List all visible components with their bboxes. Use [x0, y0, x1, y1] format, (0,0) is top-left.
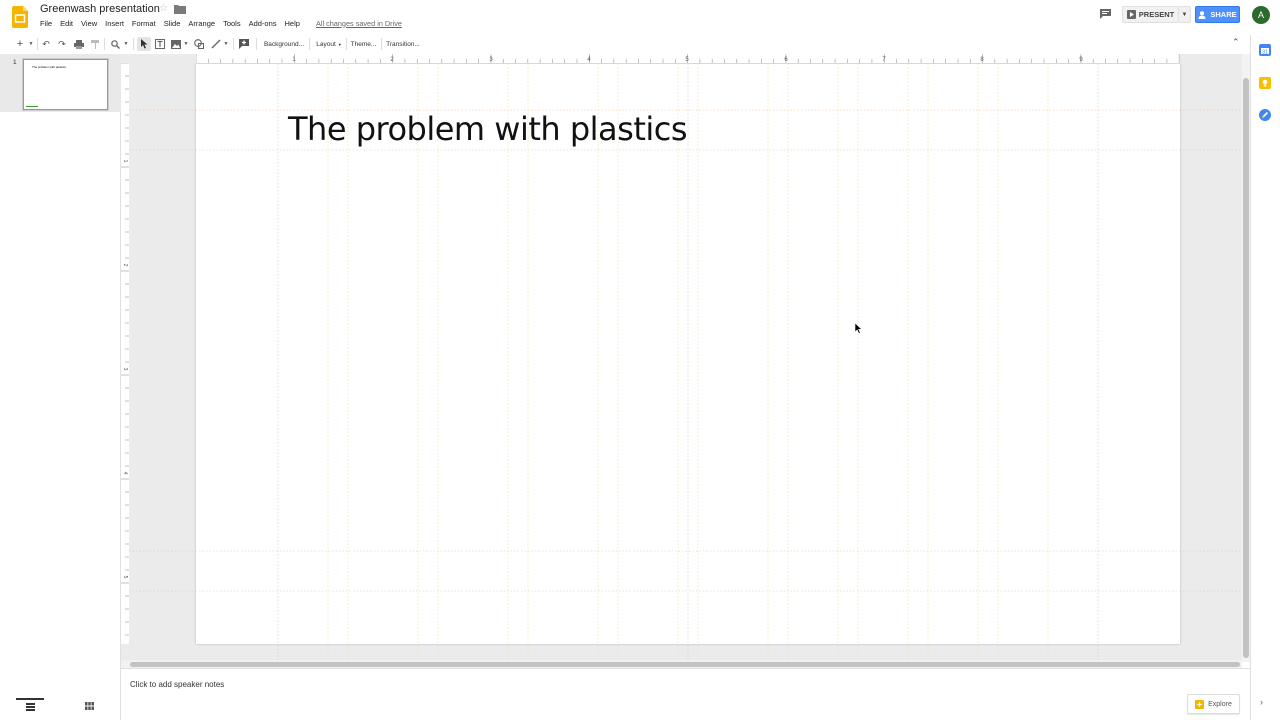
menu-addons[interactable]: Add-ons — [245, 19, 281, 28]
slide-canvas[interactable] — [196, 64, 1180, 644]
keep-notes-icon[interactable] — [1259, 77, 1271, 89]
menu-file[interactable]: File — [36, 19, 56, 28]
folder-icon[interactable] — [174, 4, 186, 14]
speaker-notes-placeholder[interactable]: Click to add speaker notes — [130, 680, 224, 689]
vertical-scrollbar-thumb[interactable] — [1243, 78, 1249, 658]
menu-view[interactable]: View — [77, 19, 101, 28]
explore-icon — [1195, 699, 1205, 709]
menu-tools[interactable]: Tools — [219, 19, 245, 28]
share-label: SHARE — [1210, 10, 1237, 19]
toolbar-divider — [233, 38, 234, 50]
document-title[interactable]: Greenwash presentation — [40, 3, 160, 15]
side-panel — [1250, 35, 1280, 720]
ruler-label: 3 — [122, 368, 128, 371]
slides-app: Greenwash presentation ☆ File Edit View … — [0, 0, 1280, 720]
line-dropdown-icon[interactable]: ▼ — [223, 37, 229, 51]
grid-view-button[interactable] — [77, 698, 101, 714]
vertical-ruler[interactable]: 1 2 3 4 5 — [120, 63, 129, 644]
star-icon[interactable]: ☆ — [159, 3, 168, 14]
filmstrip-view-button[interactable] — [16, 698, 44, 714]
add-comment-icon[interactable] — [237, 37, 251, 51]
layout-label: Layout — [316, 40, 336, 48]
toolbar-divider — [256, 38, 257, 50]
menu-slide[interactable]: Slide — [160, 19, 185, 28]
speaker-notes-panel[interactable] — [121, 668, 1250, 720]
menu-edit[interactable]: Edit — [56, 19, 77, 28]
toolbar-divider — [309, 38, 310, 50]
select-cursor-icon[interactable] — [137, 37, 151, 51]
expand-side-panel-chevron-right-icon[interactable]: › — [1260, 697, 1263, 707]
undo-icon[interactable]: ↶ — [40, 37, 52, 51]
save-status-link[interactable]: All changes saved in Drive — [316, 19, 402, 28]
paint-format-icon[interactable] — [89, 37, 101, 51]
layout-dropdown-icon: ▼ — [337, 41, 342, 47]
comments-icon[interactable] — [1099, 8, 1112, 20]
toolbar-divider — [346, 38, 347, 50]
slide-title-text[interactable]: The problem with plastics — [288, 110, 688, 148]
theme-button[interactable]: Theme... — [350, 37, 377, 51]
account-avatar[interactable]: A — [1252, 6, 1270, 24]
zoom-dropdown-icon[interactable]: ▼ — [123, 37, 129, 51]
filmstrip-panel[interactable]: 1 The problem with plastics — [0, 54, 121, 720]
transition-button[interactable]: Transition... — [385, 37, 421, 51]
layout-button[interactable]: Layout ▼ — [314, 37, 344, 51]
menu-bar: File Edit View Insert Format Slide Arran… — [36, 17, 402, 29]
filmstrip-view-icon — [25, 703, 35, 711]
horizontal-ruler[interactable]: 1 2 3 4 5 6 7 8 9 — [196, 54, 1180, 63]
present-icon — [1126, 10, 1136, 19]
line-icon[interactable] — [209, 37, 222, 51]
horizontal-scrollbar-thumb[interactable] — [130, 662, 1240, 667]
explore-label: Explore — [1208, 700, 1232, 708]
slide-number: 1 — [13, 59, 17, 66]
menu-arrange[interactable]: Arrange — [184, 19, 219, 28]
background-button[interactable]: Background... — [262, 37, 306, 51]
slide-thumbnail[interactable]: The problem with plastics — [23, 59, 108, 110]
toolbar-divider — [104, 38, 105, 50]
new-slide-dropdown-icon[interactable]: ▼ — [28, 37, 34, 51]
ruler-label: 2 — [122, 264, 128, 267]
collapse-menus-chevron-up-icon[interactable]: ⌃ — [1232, 37, 1240, 48]
toolbar: + ▼ ↶ ↷ ▼ ▼ ▼ Background... Layout ▼ The… — [0, 35, 1250, 53]
present-dropdown-chevron-icon[interactable]: ▼ — [1179, 6, 1191, 23]
person-add-icon — [1198, 10, 1206, 19]
ruler-label: 1 — [122, 160, 128, 163]
shape-icon[interactable] — [192, 37, 205, 51]
calendar-icon[interactable]: 31 — [1259, 44, 1271, 56]
text-box-icon[interactable] — [154, 37, 166, 51]
present-button[interactable]: PRESENT — [1122, 6, 1179, 23]
ruler-label: 4 — [122, 472, 128, 475]
svg-text:31: 31 — [1262, 50, 1268, 56]
explore-button[interactable]: Explore — [1187, 694, 1240, 714]
image-dropdown-icon[interactable]: ▼ — [183, 37, 189, 51]
ruler-label: 5 — [122, 576, 128, 579]
toolbar-divider — [37, 38, 38, 50]
print-icon[interactable] — [72, 37, 85, 51]
zoom-icon[interactable] — [109, 37, 122, 51]
slides-logo-icon[interactable] — [12, 6, 28, 28]
mouse-cursor-icon — [855, 323, 863, 334]
menu-format[interactable]: Format — [128, 19, 160, 28]
present-label: PRESENT — [1138, 10, 1175, 19]
thumbnail-title: The problem with plastics — [32, 65, 66, 69]
image-icon[interactable] — [170, 37, 182, 51]
tasks-icon[interactable] — [1259, 109, 1271, 121]
redo-icon[interactable]: ↷ — [56, 37, 68, 51]
menu-insert[interactable]: Insert — [101, 19, 128, 28]
toolbar-divider — [133, 38, 134, 50]
grid-view-icon — [84, 702, 94, 710]
share-button[interactable]: SHARE — [1195, 6, 1240, 23]
new-slide-plus-icon[interactable]: + — [14, 37, 26, 51]
thumbnail-accent-bar — [26, 105, 38, 107]
menu-help[interactable]: Help — [281, 19, 304, 28]
toolbar-divider — [381, 38, 382, 50]
